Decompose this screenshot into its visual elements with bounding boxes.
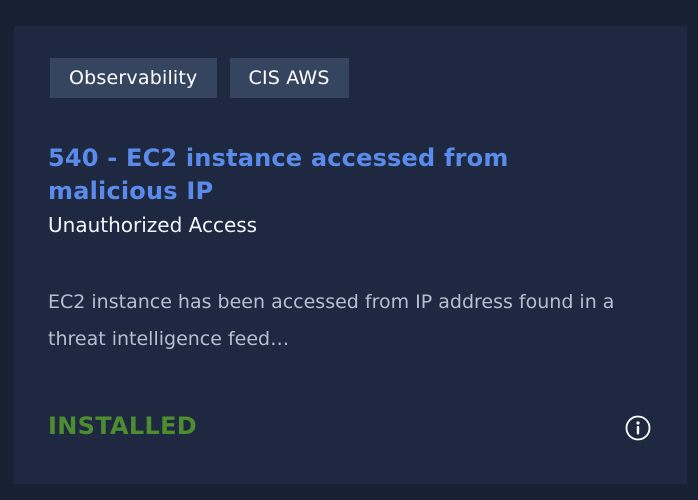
rule-category: Unauthorized Access xyxy=(48,213,258,237)
info-circle-icon xyxy=(625,415,651,441)
tag-cis-aws[interactable]: CIS AWS xyxy=(229,58,349,98)
status-badge: INSTALLED xyxy=(48,412,197,440)
tag-observability[interactable]: Observability xyxy=(50,58,217,98)
rule-card[interactable]: Observability CIS AWS 540 - EC2 instance… xyxy=(14,26,687,484)
rule-title[interactable]: 540 - EC2 instance accessed from malicio… xyxy=(48,142,608,208)
tag-list: Observability CIS AWS xyxy=(50,58,349,98)
info-icon[interactable] xyxy=(625,415,651,441)
rule-description: EC2 instance has been accessed from IP a… xyxy=(48,291,615,350)
